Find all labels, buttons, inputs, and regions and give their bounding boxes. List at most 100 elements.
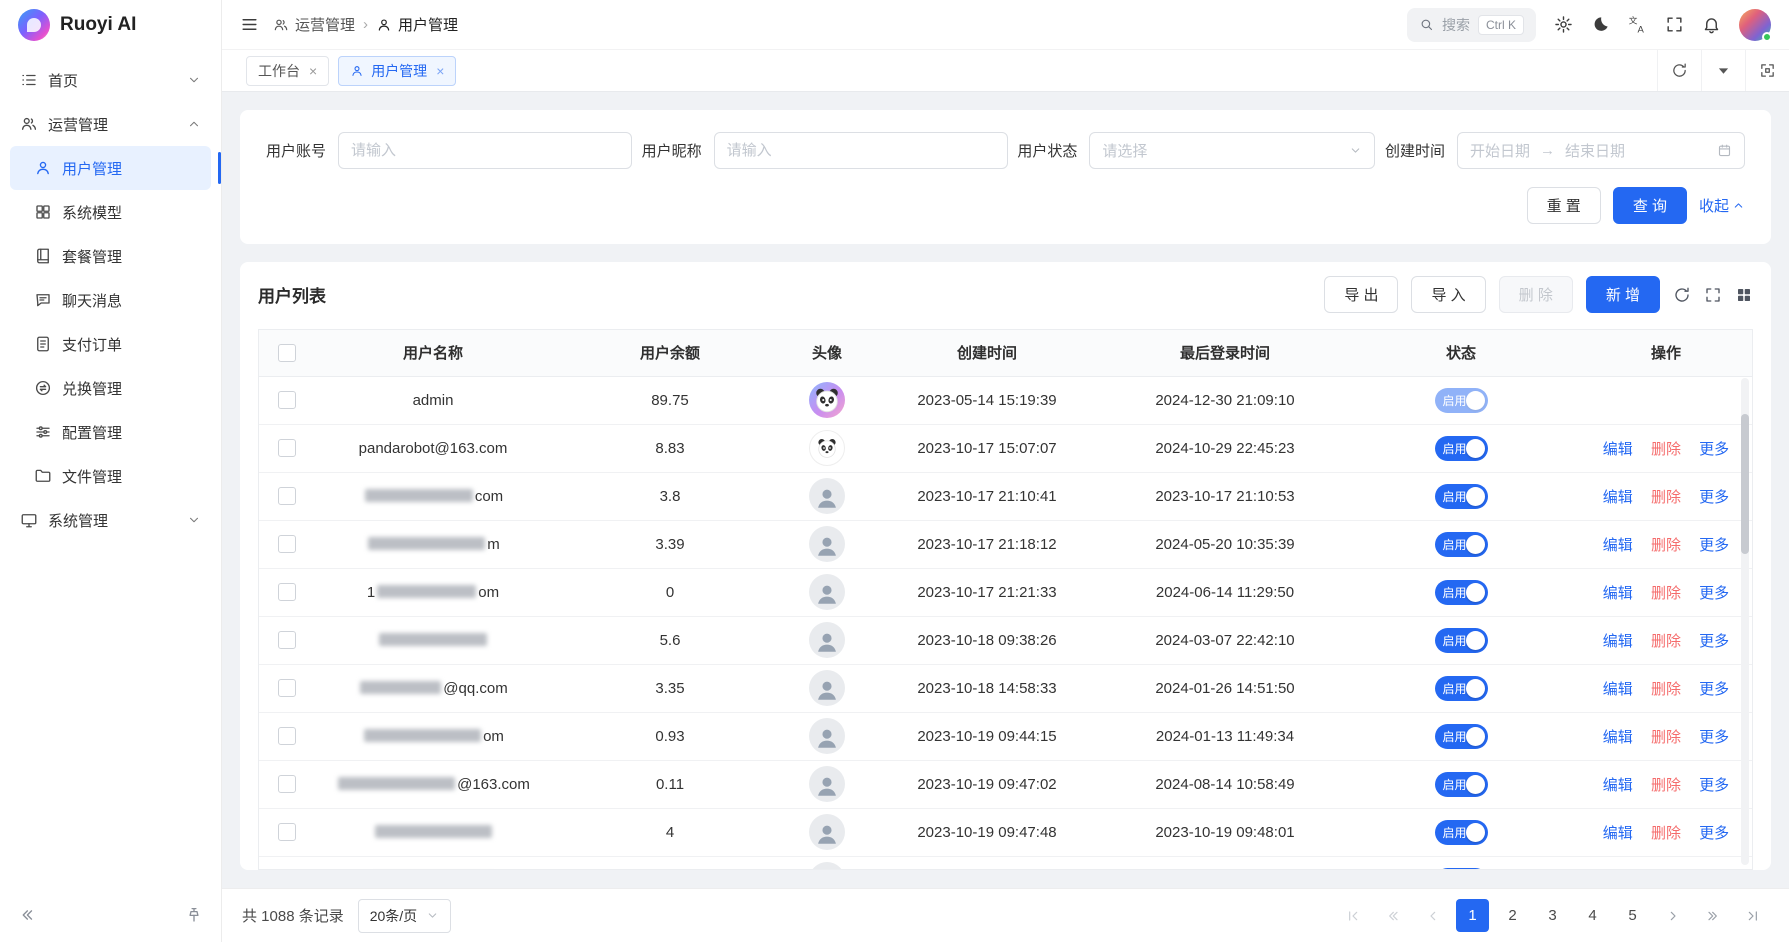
- refresh-page-icon[interactable]: [1657, 50, 1701, 91]
- delete-link[interactable]: 删除: [1651, 729, 1681, 746]
- app-logo[interactable]: Ruoyi AI: [0, 0, 221, 50]
- status-toggle[interactable]: 启用: [1435, 580, 1488, 605]
- status-toggle[interactable]: 启用: [1435, 820, 1488, 845]
- status-toggle[interactable]: 启用: [1435, 436, 1488, 461]
- more-link[interactable]: 更多: [1699, 777, 1729, 794]
- edit-link[interactable]: 编辑: [1603, 825, 1633, 842]
- more-link[interactable]: 更多: [1699, 441, 1729, 458]
- select-all-checkbox[interactable]: [278, 344, 296, 362]
- collapse-filter-link[interactable]: 收起: [1699, 195, 1745, 216]
- sidebar-item-chat[interactable]: 聊天消息: [10, 278, 211, 322]
- pin-icon[interactable]: [185, 906, 203, 924]
- edit-link[interactable]: 编辑: [1603, 585, 1633, 602]
- row-checkbox[interactable]: [278, 439, 296, 457]
- more-link[interactable]: 更多: [1699, 681, 1729, 698]
- row-checkbox[interactable]: [278, 823, 296, 841]
- delete-button[interactable]: 删 除: [1499, 276, 1573, 313]
- reset-button[interactable]: 重 置: [1527, 187, 1601, 224]
- language-translate-icon[interactable]: 文A: [1628, 15, 1647, 34]
- page-button-4[interactable]: 4: [1576, 899, 1609, 932]
- sidebar-item-exchange[interactable]: 兑换管理: [10, 366, 211, 410]
- status-toggle[interactable]: 启用: [1435, 676, 1488, 701]
- status-toggle[interactable]: 启用: [1435, 388, 1488, 413]
- more-link[interactable]: 更多: [1699, 633, 1729, 650]
- more-link[interactable]: 更多: [1699, 537, 1729, 554]
- more-link[interactable]: 更多: [1699, 825, 1729, 842]
- edit-link[interactable]: 编辑: [1603, 729, 1633, 746]
- sidebar-item-operations[interactable]: 运营管理: [10, 102, 211, 146]
- more-link[interactable]: 更多: [1699, 585, 1729, 602]
- user-avatar[interactable]: [1739, 9, 1771, 41]
- page-button-5[interactable]: 5: [1616, 899, 1649, 932]
- row-checkbox[interactable]: [278, 631, 296, 649]
- sidebar-collapse-icon[interactable]: [18, 906, 36, 924]
- edit-link[interactable]: 编辑: [1603, 537, 1633, 554]
- sidebar-item-package[interactable]: 套餐管理: [10, 234, 211, 278]
- export-button[interactable]: 导 出: [1324, 276, 1398, 313]
- jump-forward-button[interactable]: [1696, 899, 1729, 932]
- status-toggle[interactable]: 启用: [1435, 628, 1488, 653]
- delete-link[interactable]: 删除: [1651, 489, 1681, 506]
- sidebar-item-model[interactable]: 系统模型: [10, 190, 211, 234]
- sidebar-item-user[interactable]: 用户管理: [10, 146, 211, 190]
- sidebar-item-folder[interactable]: 文件管理: [10, 454, 211, 498]
- fullscreen-icon[interactable]: [1665, 15, 1684, 34]
- table-scrollbar[interactable]: [1741, 378, 1749, 865]
- row-checkbox[interactable]: [278, 535, 296, 553]
- first-page-button[interactable]: [1336, 899, 1369, 932]
- next-page-button[interactable]: [1656, 899, 1689, 932]
- tab-workbench[interactable]: 工作台 ×: [246, 56, 329, 86]
- account-input[interactable]: [338, 132, 632, 169]
- edit-link[interactable]: 编辑: [1603, 633, 1633, 650]
- delete-link[interactable]: 删除: [1651, 825, 1681, 842]
- delete-link[interactable]: 删除: [1651, 441, 1681, 458]
- breadcrumb-user-management[interactable]: 用户管理: [376, 14, 458, 35]
- global-search[interactable]: 搜索 Ctrl K: [1407, 8, 1536, 42]
- refresh-table-icon[interactable]: [1673, 286, 1691, 304]
- edit-link[interactable]: 编辑: [1603, 441, 1633, 458]
- sidebar-item-home[interactable]: 首页: [10, 58, 211, 102]
- more-link[interactable]: 更多: [1699, 729, 1729, 746]
- sidebar-item-order[interactable]: 支付订单: [10, 322, 211, 366]
- search-button[interactable]: 查 询: [1613, 187, 1687, 224]
- page-size-select[interactable]: 20条/页: [358, 899, 451, 933]
- tab-user-management[interactable]: 用户管理 ×: [338, 56, 456, 86]
- page-button-1[interactable]: 1: [1456, 899, 1489, 932]
- edit-link[interactable]: 编辑: [1603, 777, 1633, 794]
- edit-link[interactable]: 编辑: [1603, 489, 1633, 506]
- breadcrumb-operations[interactable]: 运营管理: [273, 14, 355, 35]
- nickname-input[interactable]: [714, 132, 1008, 169]
- settings-gear-icon[interactable]: [1554, 15, 1573, 34]
- notifications-bell-icon[interactable]: [1702, 15, 1721, 34]
- prev-page-button[interactable]: [1416, 899, 1449, 932]
- status-toggle[interactable]: 启用: [1435, 484, 1488, 509]
- jump-back-button[interactable]: [1376, 899, 1409, 932]
- edit-link[interactable]: 编辑: [1603, 681, 1633, 698]
- status-toggle[interactable]: 启用: [1435, 532, 1488, 557]
- last-page-button[interactable]: [1736, 899, 1769, 932]
- close-icon[interactable]: ×: [436, 64, 444, 78]
- row-checkbox[interactable]: [278, 583, 296, 601]
- delete-link[interactable]: 删除: [1651, 633, 1681, 650]
- row-checkbox[interactable]: [278, 391, 296, 409]
- status-toggle[interactable]: 启用: [1435, 772, 1488, 797]
- page-button-2[interactable]: 2: [1496, 899, 1529, 932]
- close-icon[interactable]: ×: [309, 64, 317, 78]
- scrollbar-thumb[interactable]: [1741, 414, 1749, 554]
- fullscreen-table-icon[interactable]: [1704, 286, 1722, 304]
- dark-mode-moon-icon[interactable]: [1591, 15, 1610, 34]
- status-toggle[interactable]: 启用: [1435, 868, 1488, 871]
- delete-link[interactable]: 删除: [1651, 777, 1681, 794]
- delete-link[interactable]: 删除: [1651, 585, 1681, 602]
- row-checkbox[interactable]: [278, 775, 296, 793]
- sidebar-item-config[interactable]: 配置管理: [10, 410, 211, 454]
- more-link[interactable]: 更多: [1699, 489, 1729, 506]
- date-range-picker[interactable]: 开始日期 → 结束日期: [1457, 132, 1745, 169]
- hamburger-menu-icon[interactable]: [240, 15, 259, 34]
- sidebar-item-system[interactable]: 系统管理: [10, 498, 211, 542]
- status-select[interactable]: 请选择: [1089, 132, 1375, 169]
- add-button[interactable]: 新 增: [1586, 276, 1660, 313]
- delete-link[interactable]: 删除: [1651, 537, 1681, 554]
- maximize-content-icon[interactable]: [1745, 50, 1789, 91]
- status-toggle[interactable]: 启用: [1435, 724, 1488, 749]
